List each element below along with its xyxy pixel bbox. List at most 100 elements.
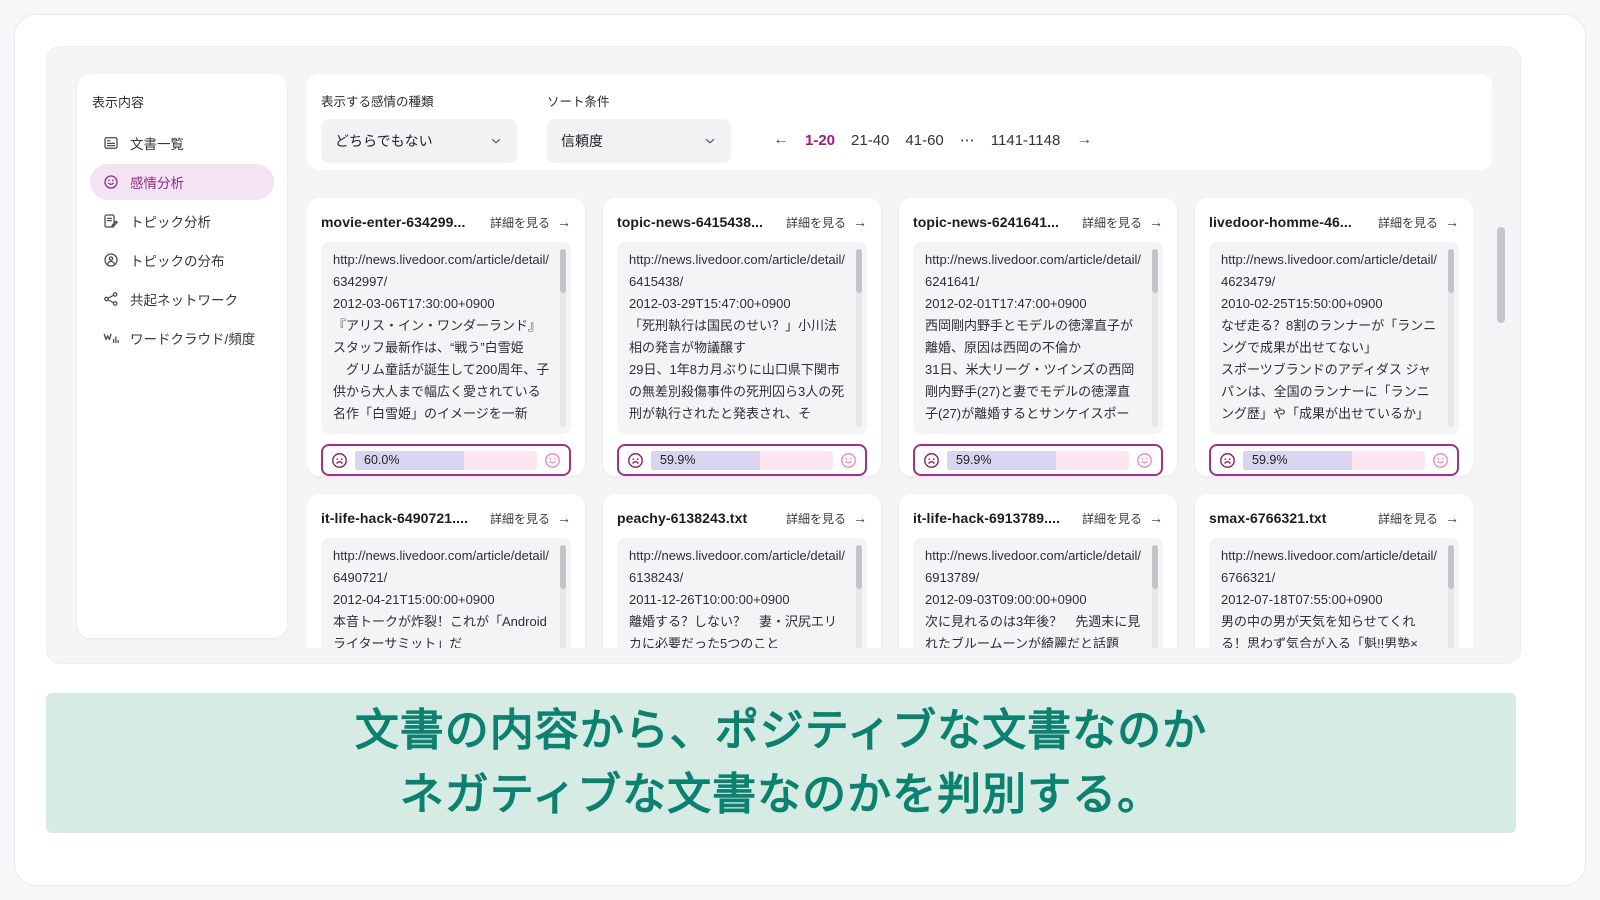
content-scrollbar-thumb[interactable]	[856, 545, 862, 589]
sidebar-item-topic-distribution[interactable]: トピックの分布	[90, 242, 274, 278]
content-scrollbar[interactable]	[856, 249, 862, 427]
sidebar: 表示内容 文書一覧 感情分析 トピック分析 トピックの分布 共起ネットワーク ワ…	[77, 74, 287, 638]
sentiment-gauge: 59.9%	[913, 444, 1163, 476]
sidebar-item-wordcloud-frequency[interactable]: ワードクラウド/頻度	[90, 320, 274, 356]
sort-select[interactable]: 信頼度	[547, 119, 731, 163]
sidebar-item-cooccurrence-network[interactable]: 共起ネットワーク	[90, 281, 274, 317]
content-scrollbar[interactable]	[560, 545, 566, 648]
content-scrollbar-thumb[interactable]	[560, 545, 566, 589]
main-panel: 表示内容 文書一覧 感情分析 トピック分析 トピックの分布 共起ネットワーク ワ…	[46, 46, 1521, 664]
happy-face-icon	[543, 451, 562, 470]
document-card: topic-news-6415438... 詳細を見る → http://new…	[603, 198, 881, 476]
detail-link-label: 詳細を見る	[489, 215, 550, 230]
document-content[interactable]: http://news.livedoor.com/article/detail/…	[617, 538, 867, 648]
document-content[interactable]: http://news.livedoor.com/article/detail/…	[1209, 538, 1459, 648]
detail-link-label: 詳細を見る	[785, 215, 846, 230]
document-card: topic-news-6241641... 詳細を見る → http://new…	[899, 198, 1177, 476]
happy-face-icon	[839, 451, 858, 470]
sentiment-type-select[interactable]: どちらでもない	[321, 119, 517, 163]
document-text: http://news.livedoor.com/article/detail/…	[1221, 548, 1438, 648]
sidebar-item-topic-analysis[interactable]: トピック分析	[90, 203, 274, 239]
detail-link[interactable]: 詳細を見る →	[1378, 510, 1459, 527]
sentiment-gauge: 59.9%	[617, 444, 867, 476]
sentiment-filter-label: 表示する感情の種類	[321, 95, 434, 109]
arrow-right-icon: →	[557, 510, 571, 526]
page-range-last[interactable]: 1141-1148	[991, 132, 1061, 149]
caption-line-1: 文書の内容から、ポジティブな文書なのか	[354, 706, 1208, 756]
topic-distribution-icon	[102, 251, 120, 269]
content-scrollbar-thumb[interactable]	[1448, 249, 1454, 293]
detail-link-label: 詳細を見る	[1081, 511, 1142, 526]
detail-link[interactable]: 詳細を見る →	[786, 510, 867, 527]
arrow-right-icon: →	[1149, 510, 1163, 526]
sentiment-filter-group: 表示する感情の種類 どちらでもない	[321, 91, 517, 163]
document-content[interactable]: http://news.livedoor.com/article/detail/…	[1209, 242, 1459, 434]
document-text: http://news.livedoor.com/article/detail/…	[1221, 252, 1438, 421]
document-card: movie-enter-634299... 詳細を見る → http://new…	[307, 198, 585, 476]
content-scrollbar[interactable]	[560, 249, 566, 427]
sad-face-icon	[1218, 451, 1237, 470]
app-window: 表示内容 文書一覧 感情分析 トピック分析 トピックの分布 共起ネットワーク ワ…	[14, 14, 1586, 886]
sidebar-item-document-list[interactable]: 文書一覧	[90, 125, 274, 161]
sort-group: ソート条件 信頼度	[547, 91, 731, 163]
arrow-right-icon: →	[853, 510, 867, 526]
next-page-arrow-icon[interactable]: →	[1076, 131, 1092, 149]
detail-link[interactable]: 詳細を見る →	[786, 214, 867, 231]
sentiment-type-value: どちらでもない	[335, 133, 433, 149]
sad-face-icon	[626, 451, 645, 470]
topic-analysis-icon	[102, 212, 120, 230]
sentiment-progress-bar: 59.9%	[947, 450, 1129, 470]
sidebar-item-label: トピックの分布	[130, 254, 225, 269]
document-text: http://news.livedoor.com/article/detail/…	[629, 252, 846, 421]
happy-face-icon	[1135, 451, 1154, 470]
content-scrollbar-thumb[interactable]	[560, 249, 566, 293]
content-scrollbar[interactable]	[1152, 545, 1158, 648]
sentiment-progress-bar: 59.9%	[1243, 450, 1425, 470]
document-text: http://news.livedoor.com/article/detail/…	[333, 548, 550, 648]
document-title: peachy-6138243.txt	[617, 510, 748, 526]
document-title: topic-news-6241641...	[913, 214, 1060, 230]
page-range-3[interactable]: 41-60	[905, 132, 943, 149]
content-scrollbar[interactable]	[1448, 545, 1454, 648]
caption-line-2: ネガティブな文書なのかを判別する。	[399, 770, 1163, 819]
content-scrollbar-thumb[interactable]	[856, 249, 862, 293]
document-title: topic-news-6415438...	[617, 214, 764, 230]
content-scrollbar[interactable]	[1152, 249, 1158, 427]
sad-face-icon	[330, 451, 349, 470]
content-scrollbar-thumb[interactable]	[1152, 249, 1158, 293]
detail-link[interactable]: 詳細を見る →	[490, 510, 571, 527]
document-content[interactable]: http://news.livedoor.com/article/detail/…	[617, 242, 867, 434]
sentiment-progress-bar: 60.0%	[355, 450, 537, 470]
sentiment-score: 59.9%	[956, 453, 992, 467]
document-content[interactable]: http://news.livedoor.com/article/detail/…	[321, 242, 571, 434]
detail-link-label: 詳細を見る	[1377, 511, 1438, 526]
content-scrollbar[interactable]	[856, 545, 862, 648]
content-scrollbar[interactable]	[1448, 249, 1454, 427]
cooccurrence-network-icon	[102, 290, 120, 308]
pagination: ← 1-20 21-40 41-60 ⋯ 1141-1148 →	[773, 131, 1092, 149]
sidebar-item-sentiment-analysis[interactable]: 感情分析	[90, 164, 274, 200]
document-text: http://news.livedoor.com/article/detail/…	[333, 252, 550, 421]
document-content[interactable]: http://news.livedoor.com/article/detail/…	[913, 538, 1163, 648]
wordcloud-frequency-icon	[102, 329, 120, 347]
prev-page-arrow-icon[interactable]: ←	[773, 131, 789, 149]
sad-face-icon	[922, 451, 941, 470]
detail-link[interactable]: 詳細を見る →	[1082, 214, 1163, 231]
content-scrollbar-thumb[interactable]	[1448, 545, 1454, 589]
sentiment-score: 60.0%	[364, 453, 400, 467]
page-range-1[interactable]: 1-20	[805, 132, 835, 149]
sidebar-item-label: トピック分析	[130, 215, 211, 230]
page-range-2[interactable]: 21-40	[851, 132, 889, 149]
document-title: smax-6766321.txt	[1209, 510, 1327, 526]
document-title: movie-enter-634299...	[321, 214, 466, 230]
document-content[interactable]: http://news.livedoor.com/article/detail/…	[321, 538, 571, 648]
document-card: smax-6766321.txt 詳細を見る → http://news.liv…	[1195, 494, 1473, 648]
happy-face-icon	[1431, 451, 1450, 470]
sentiment-score: 59.9%	[1252, 453, 1288, 467]
content-scrollbar-thumb[interactable]	[1152, 545, 1158, 589]
document-content[interactable]: http://news.livedoor.com/article/detail/…	[913, 242, 1163, 434]
main-scrollbar-thumb[interactable]	[1497, 227, 1505, 323]
detail-link[interactable]: 詳細を見る →	[490, 214, 571, 231]
detail-link[interactable]: 詳細を見る →	[1378, 214, 1459, 231]
detail-link[interactable]: 詳細を見る →	[1082, 510, 1163, 527]
